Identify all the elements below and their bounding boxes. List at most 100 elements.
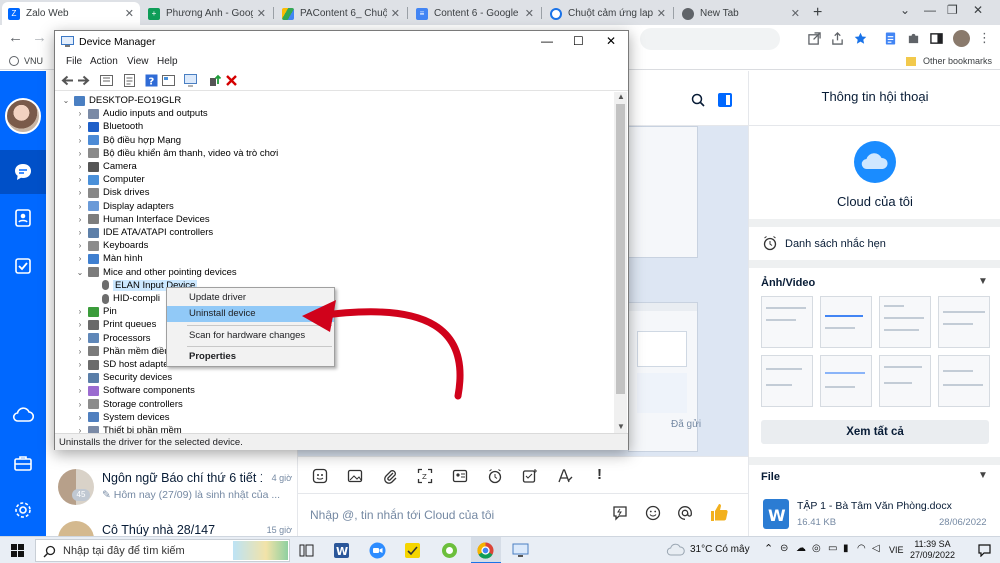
expand-chevron-icon[interactable]: › [75, 254, 85, 263]
tree-device[interactable]: HID-compli [89, 292, 160, 305]
expand-chevron-icon[interactable]: › [75, 307, 85, 316]
tree-category[interactable]: › Software components [75, 384, 195, 397]
text-format-icon[interactable] [557, 468, 573, 484]
expand-chevron-icon[interactable]: › [75, 241, 85, 250]
toggle-info-panel-icon[interactable] [717, 92, 733, 108]
taskbar-search-input[interactable]: Nhập tại đây để tìm kiếm [35, 539, 290, 562]
media-thumbnail[interactable] [879, 296, 931, 348]
side-panel-icon[interactable] [930, 32, 943, 45]
expand-chevron-icon[interactable]: › [75, 188, 85, 197]
vertical-scrollbar[interactable]: ▲ ▼ [614, 92, 627, 433]
tray-network-icon[interactable]: ⊝ [780, 543, 788, 554]
close-icon[interactable]: ✕ [391, 7, 400, 20]
contact-card-icon[interactable] [452, 468, 468, 484]
tray-app-icon[interactable]: ◎ [812, 543, 821, 554]
tree-category[interactable]: › Pin [75, 305, 117, 318]
menu-item-update-driver[interactable]: Update driver [167, 290, 334, 306]
tree-category[interactable]: › Disk drives [75, 186, 150, 199]
tree-category[interactable]: › SD host adapter [75, 358, 172, 371]
coccoc-browser-icon[interactable] [441, 542, 458, 559]
menu-item-scan-hardware[interactable]: Scan for hardware changes [167, 328, 334, 344]
new-tab-button[interactable]: + [813, 4, 822, 22]
tree-category[interactable]: ⌄ Mice and other pointing devices [75, 266, 237, 279]
media-thumbnail[interactable] [820, 296, 872, 348]
tree-category[interactable]: › System devices [75, 411, 170, 424]
collapse-chevron-icon[interactable]: ⌄ [61, 96, 71, 105]
tree-category[interactable]: › Audio inputs and outputs [75, 107, 208, 120]
close-icon[interactable]: ✕ [657, 7, 666, 20]
tree-category[interactable]: › Camera [75, 160, 137, 173]
tree-category[interactable]: › Bluetooth [75, 120, 144, 133]
screenshot-icon[interactable]: Z [417, 468, 433, 484]
expand-chevron-icon[interactable]: › [75, 202, 85, 211]
tree-category[interactable]: › Human Interface Devices [75, 213, 210, 226]
expand-chevron-icon[interactable]: › [75, 136, 85, 145]
extensions-puzzle-icon[interactable] [907, 32, 920, 45]
tray-onedrive-icon[interactable]: ☁ [796, 543, 806, 554]
bookmark-vnu[interactable]: VNU [9, 56, 43, 66]
maximize-icon[interactable]: ☐ [573, 34, 584, 48]
task-icon[interactable] [522, 468, 538, 484]
expand-chevron-icon[interactable]: › [75, 386, 85, 395]
tree-category[interactable]: › Keyboards [75, 239, 149, 252]
properties-sheet-icon[interactable] [123, 74, 136, 87]
star-icon[interactable] [854, 32, 867, 45]
expand-chevron-icon[interactable]: › [75, 109, 85, 118]
other-bookmarks[interactable]: Other bookmarks [906, 56, 992, 66]
file-name[interactable]: TẬP 1 - Bà Tâm Văn Phòng.docx [797, 500, 952, 512]
tree-root[interactable]: ⌄ DESKTOP-EO19GLR [61, 94, 182, 107]
tree-category[interactable]: › IDE ATA/ATAPI controllers [75, 226, 214, 239]
close-window-icon[interactable]: ✕ [973, 3, 983, 17]
image-icon[interactable] [347, 468, 363, 484]
tree-category[interactable]: › Processors [75, 332, 151, 345]
menu-file[interactable]: File [66, 56, 82, 67]
battery-icon[interactable]: ▮ [843, 543, 849, 554]
scan-hardware-icon[interactable] [184, 74, 197, 87]
quick-message-icon[interactable] [612, 505, 628, 521]
see-all-button[interactable]: Xem tất cả [761, 420, 989, 444]
scroll-down-icon[interactable]: ▼ [617, 422, 625, 431]
expand-chevron-icon[interactable]: › [75, 149, 85, 158]
chrome-app-icon[interactable] [477, 542, 494, 559]
minimize-icon[interactable]: — [541, 34, 553, 48]
briefcase-icon[interactable] [13, 454, 33, 472]
collapse-triangle-icon[interactable]: ▼ [978, 470, 988, 481]
tab-google-sheets[interactable]: + Phương Anh - Google ✕ [142, 2, 272, 25]
tab-google-docs[interactable]: ≡ Content 6 - Google T ✕ [410, 2, 540, 25]
sticker-icon[interactable] [312, 468, 328, 484]
tree-category[interactable]: › Thiết bị phần mềm [75, 424, 182, 433]
mention-icon[interactable] [677, 505, 693, 521]
tree-category[interactable]: › Storage controllers [75, 398, 183, 411]
expand-chevron-icon[interactable]: › [75, 413, 85, 422]
list-item[interactable]: 45 Ngôn ngữ Báo chí thứ 6 tiết 1 4 giờ ✎… [54, 467, 294, 507]
chevron-down-icon[interactable]: ⌄ [900, 3, 910, 17]
scroll-up-icon[interactable]: ▲ [617, 92, 625, 101]
collapse-chevron-icon[interactable]: ⌄ [75, 268, 85, 277]
search-icon[interactable] [691, 93, 705, 107]
open-in-icon[interactable] [808, 32, 821, 45]
expand-chevron-icon[interactable]: › [75, 426, 85, 433]
attachment-icon[interactable] [382, 468, 398, 484]
forward-arrow-icon[interactable] [77, 74, 90, 87]
tab-zalo-web[interactable]: Z Zalo Web ✕ [2, 2, 140, 25]
menu-help[interactable]: Help [157, 56, 178, 67]
docs-extension-icon[interactable] [884, 32, 897, 45]
minimize-icon[interactable]: — [924, 3, 936, 17]
close-icon[interactable]: ✕ [525, 7, 534, 20]
media-thumbnail[interactable] [761, 355, 813, 407]
weather-text[interactable]: 31°C Có mây [690, 544, 750, 555]
windows-start-icon[interactable] [11, 544, 24, 557]
tree-category[interactable]: › Phần mềm điều [75, 345, 170, 358]
reminders-link[interactable]: Danh sách nhắc hẹn [785, 238, 886, 250]
expand-chevron-icon[interactable]: › [75, 215, 85, 224]
tab-article[interactable]: Chuột cảm ứng laptop ✕ [544, 2, 672, 25]
back-arrow-icon[interactable] [61, 74, 74, 87]
address-bar[interactable] [640, 28, 780, 50]
uninstall-red-x-icon[interactable] [225, 74, 238, 87]
message-icon[interactable] [13, 162, 33, 182]
expand-chevron-icon[interactable]: › [75, 360, 85, 369]
restore-icon[interactable]: ❐ [947, 3, 958, 17]
expand-chevron-icon[interactable]: › [75, 162, 85, 171]
todo-check-icon[interactable] [13, 256, 33, 276]
scrollbar-thumb[interactable] [616, 104, 625, 394]
